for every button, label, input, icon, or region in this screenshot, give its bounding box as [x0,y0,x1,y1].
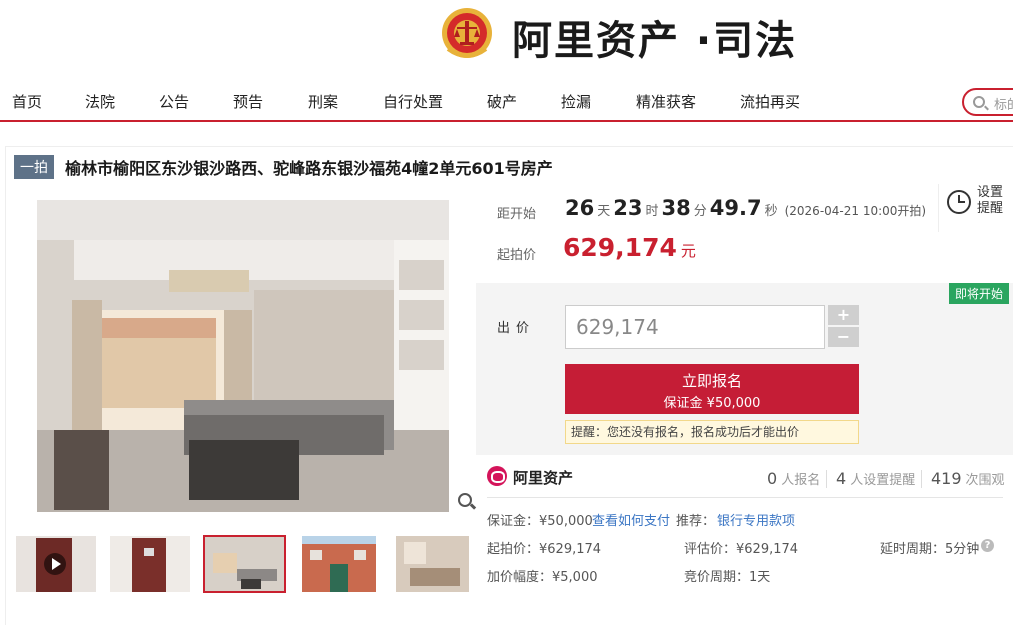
start-price-info: 起拍价：¥629,174 [487,542,602,557]
start-price-value: 629,174 [563,233,677,262]
countdown-days: 26 [565,196,595,220]
signup-count: 0 人报名 [767,469,820,488]
start-price-label: 起拍价 [497,248,537,263]
site-logo-text[interactable]: 阿里资产 ·司法 [512,8,797,66]
start-time: (2026-04-21 10:00开拍) [784,204,927,218]
nav-item-bankruptcy[interactable]: 破产 [487,91,517,112]
zoom-icon[interactable] [458,493,472,507]
nav-item-self-dispose[interactable]: 自行处置 [383,91,443,112]
bid-period-info: 竞价周期：1天 [684,570,771,585]
bank-fund-link[interactable]: 银行专用款项 [717,510,795,529]
countdown-label: 距开始 [497,207,537,222]
signup-number: 0 [767,469,778,488]
auction-title-row: 一拍 榆林市榆阳区东沙银沙路西、驼峰路东银沙福苑4幢2单元601号房产 [14,155,553,179]
main-property-image[interactable] [14,200,476,512]
apply-now-button[interactable]: 立即报名 保证金 ¥50,000 [565,364,859,414]
ali-logo-icon [487,466,507,486]
divider [921,470,922,488]
court-emblem-icon [442,8,492,58]
thumbnail-bedroom[interactable] [396,536,469,592]
delay-period-info: 延时周期：5分钟 [880,542,980,557]
countdown-hours: 23 [613,196,643,220]
start-price: 629,174 元 [563,233,696,262]
nav-item-preview[interactable]: 预告 [233,91,263,112]
hours-unit: 时 [645,204,659,219]
appraisal-info: 评估价：¥629,174 [684,542,799,557]
question-icon[interactable]: ? [981,539,994,552]
view-label: 次围观 [965,473,1005,488]
seconds-unit: 秒 [764,204,778,219]
view-count: 419 次围观 [931,469,1005,488]
start-price-unit: 元 [680,242,696,260]
signup-tip: 提醒：您还没有报名，报名成功后才能出价 [565,420,859,444]
countdown: 26 天 23 时 38 分 49.7 秒 (2026-04-21 10:00开拍) [565,196,926,220]
set-reminder-button[interactable]: 设置提醒 [938,184,1013,232]
view-number: 419 [931,469,962,488]
nav-item-relist[interactable]: 流拍再买 [740,91,800,112]
bid-amount-input[interactable]: 629,174 [565,305,825,349]
increment-info: 加价幅度：¥5,000 [487,570,598,585]
recommend-label: 推荐： [676,514,716,529]
search-icon [973,96,985,108]
reminder-count-label: 人设置提醒 [850,473,916,488]
days-unit: 天 [597,204,611,219]
auction-round-badge: 一拍 [14,155,54,179]
clock-icon [947,190,971,214]
nav-item-court[interactable]: 法院 [85,91,115,112]
how-to-pay-link[interactable]: 查看如何支付 [592,510,670,529]
reminder-label: 设置提醒 [977,185,1004,216]
thumbnail-building[interactable] [302,536,376,592]
nav-item-notice[interactable]: 公告 [159,91,189,112]
nav-item-home[interactable]: 首页 [12,91,42,112]
thumbnail-door[interactable] [110,536,190,592]
nav-item-bargain[interactable]: 捡漏 [561,91,591,112]
brand-text: 阿里资产 [513,469,574,487]
bid-increase-button[interactable]: + [828,305,859,325]
thumbnail-video[interactable] [16,536,96,592]
search-placeholder: 标的 [994,98,1013,113]
bid-label: 出价 [497,321,536,336]
nav-item-criminal[interactable]: 刑案 [308,91,338,112]
auction-title: 榆林市榆阳区东沙银沙路西、驼峰路东银沙福苑4幢2单元601号房产 [65,159,553,178]
apply-label: 立即报名 [681,372,742,390]
apply-deposit-label: 保证金 ¥50,000 [663,396,761,411]
main-nav: 首页 法院 公告 预告 刑案 自行处置 破产 捡漏 精准获客 流拍再买 [0,82,1013,122]
signup-label: 人报名 [781,473,821,488]
header: 阿里资产 ·司法 [0,0,1013,76]
status-badge: 即将开始 [949,283,1010,304]
countdown-minutes: 38 [661,196,691,220]
countdown-seconds: 49.7 [709,196,762,220]
minutes-unit: 分 [693,204,707,219]
bid-decrease-button[interactable]: − [828,327,859,347]
deposit-info: 保证金：¥50,000 [487,514,593,529]
reminder-number: 4 [836,469,847,488]
thumbnail-living-room[interactable] [203,535,286,593]
nav-item-precise[interactable]: 精准获客 [636,91,696,112]
divider [826,470,827,488]
search-input[interactable]: 标的 [962,88,1013,116]
reminder-count: 4 人设置提醒 [836,469,915,488]
divider [487,497,1003,498]
